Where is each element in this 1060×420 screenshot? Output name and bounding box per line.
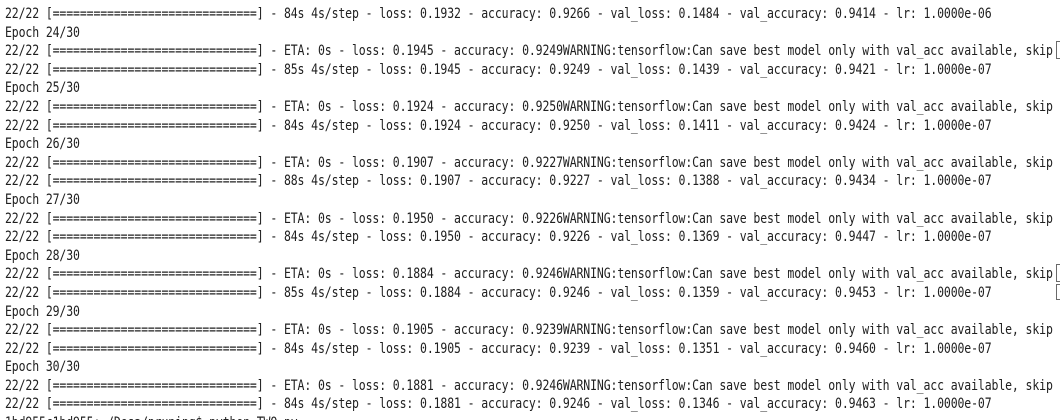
right-edge-marker — [1056, 284, 1060, 300]
right-edge-marker — [1056, 264, 1060, 282]
terminal-output: 22/22 [==============================] -… — [5, 4, 1053, 420]
right-edge-marker — [1056, 41, 1060, 59]
terminal-prompt[interactable]: 1bd955c1bd955:~/Desa/pruning$ python TWO… — [5, 411, 1053, 420]
terminal-window[interactable]: 22/22 [==============================] -… — [0, 0, 1060, 420]
